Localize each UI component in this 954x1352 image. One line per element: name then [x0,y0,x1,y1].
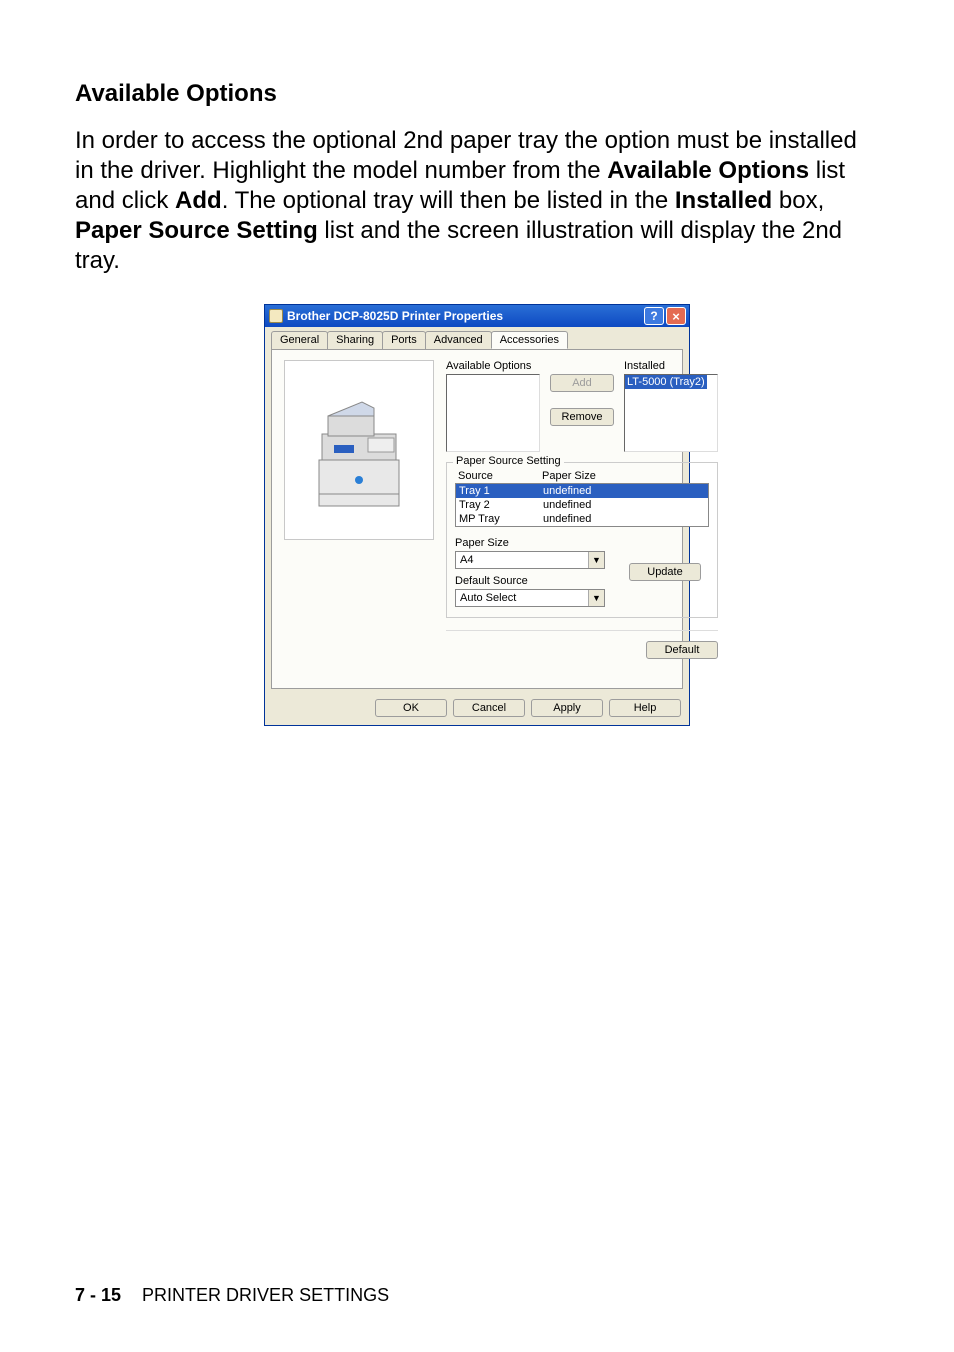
pss-table[interactable]: Tray 1 undefined Tray 2 undefined MP Tra… [455,483,709,527]
paper-size-value: A4 [456,554,588,566]
properties-dialog: Brother DCP-8025D Printer Properties ? ×… [264,304,690,726]
mfp-icon [304,390,414,510]
tab-ports[interactable]: Ports [382,331,426,349]
paper-source-setting-title: Paper Source Setting [453,455,564,467]
titlebar-close-button[interactable]: × [666,307,686,325]
section-heading: Available Options [75,80,879,108]
pss-col-source: Source [455,469,539,483]
printer-illustration [284,360,434,540]
pss-row[interactable]: Tray 2 undefined [456,498,708,512]
pss-col-size: Paper Size [539,469,649,483]
body-run: box, [772,187,824,214]
default-source-label: Default Source [455,575,605,587]
paper-size-label: Paper Size [455,537,605,549]
chevron-down-icon: ▼ [588,552,604,568]
remove-button[interactable]: Remove [550,408,614,426]
accessories-panel: Available Options Add Remove Installed L… [271,349,683,689]
available-options-label: Available Options [446,360,540,372]
default-source-value: Auto Select [456,592,588,604]
pss-cell-size: undefined [540,498,650,512]
body-bold-installed: Installed [675,187,772,214]
printer-icon [269,309,283,323]
dialog-title: Brother DCP-8025D Printer Properties [287,309,503,323]
ok-button[interactable]: OK [375,699,447,717]
body-bold-paper-source-setting: Paper Source Setting [75,217,318,244]
page-number: 7 - 15 [75,1285,121,1305]
apply-button[interactable]: Apply [531,699,603,717]
footer-section: PRINTER DRIVER SETTINGS [142,1285,389,1305]
tab-advanced[interactable]: Advanced [425,331,492,349]
page-footer: 7 - 15 PRINTER DRIVER SETTINGS [75,1285,389,1306]
installed-item[interactable]: LT-5000 (Tray2) [625,375,707,389]
tab-accessories[interactable]: Accessories [491,331,568,349]
body-bold-add: Add [175,187,222,214]
tab-sharing[interactable]: Sharing [327,331,383,349]
pss-cell-size: undefined [540,484,650,498]
dialog-bottom-buttons: OK Cancel Apply Help [265,693,689,725]
body-paragraph: In order to access the optional 2nd pape… [75,126,879,276]
installed-label: Installed [624,360,718,372]
pss-cell-source: MP Tray [456,512,540,526]
installed-listbox[interactable]: LT-5000 (Tray2) [624,374,718,452]
default-button[interactable]: Default [646,641,718,659]
body-run: . The optional tray will then be listed … [222,187,675,214]
update-button[interactable]: Update [629,563,701,581]
pss-cell-source: Tray 1 [456,484,540,498]
paper-size-combo[interactable]: A4 ▼ [455,551,605,569]
available-options-listbox[interactable] [446,374,540,452]
tab-general[interactable]: General [271,331,328,349]
tab-row: General Sharing Ports Advanced Accessori… [265,327,689,349]
default-source-combo[interactable]: Auto Select ▼ [455,589,605,607]
add-button[interactable]: Add [550,374,614,392]
body-bold-available-options: Available Options [607,157,809,184]
pss-cell-source: Tray 2 [456,498,540,512]
cancel-button[interactable]: Cancel [453,699,525,717]
pss-row[interactable]: Tray 1 undefined [456,484,708,498]
chevron-down-icon: ▼ [588,590,604,606]
pss-cell-size: undefined [540,512,650,526]
titlebar-help-button[interactable]: ? [644,307,664,325]
titlebar: Brother DCP-8025D Printer Properties ? × [265,305,689,327]
paper-source-setting-group: Paper Source Setting Source Paper Size T… [446,462,718,618]
pss-row[interactable]: MP Tray undefined [456,512,708,526]
help-button[interactable]: Help [609,699,681,717]
